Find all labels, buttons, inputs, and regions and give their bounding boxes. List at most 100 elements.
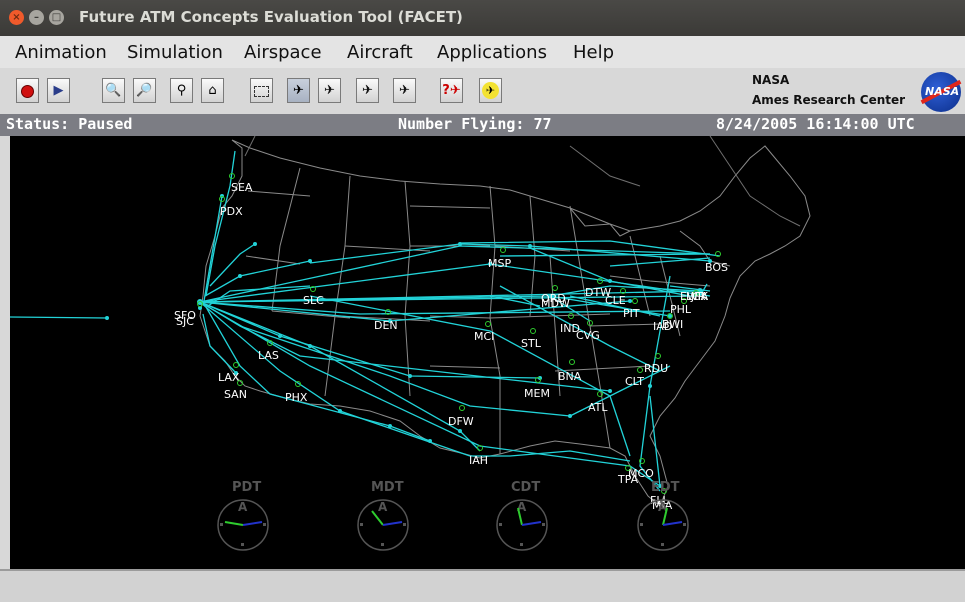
airport-bwi: BWI (662, 318, 683, 331)
status-bar: Status: Paused Number Flying: 77 8/24/20… (0, 114, 965, 136)
aircraft-markers (105, 194, 712, 488)
aircraft-query-button[interactable]: ?✈ (440, 78, 463, 103)
svg-text:SLC: SLC (303, 294, 324, 307)
svg-text:RDU: RDU (644, 362, 668, 375)
svg-text:STL: STL (521, 337, 542, 350)
svg-text:ATL: ATL (588, 401, 608, 414)
aircraft-highlight-button[interactable]: ✈ (479, 78, 502, 103)
stop-button[interactable] (16, 78, 39, 103)
magnifier-icon: ⚲ (176, 83, 187, 98)
svg-text:PIT: PIT (623, 307, 640, 320)
svg-text:SEA: SEA (231, 181, 253, 194)
svg-text:TPA: TPA (617, 473, 639, 486)
aircraft-track-button[interactable]: ✈ (318, 78, 341, 103)
svg-text:A: A (238, 500, 248, 514)
sim-datetime: 8/24/2005 16:14:00 UTC (716, 115, 915, 133)
zoom-in-icon: 🔍 (105, 83, 122, 98)
play-icon: ▶ (53, 83, 64, 98)
svg-text:DEN: DEN (374, 319, 398, 332)
aircraft-label-button[interactable]: ✈ (287, 78, 310, 103)
menu-help[interactable]: Help (573, 42, 614, 63)
aircraft-query-icon: ?✈ (442, 83, 461, 98)
svg-text:A: A (378, 500, 388, 514)
svg-text:EDT: EDT (651, 480, 680, 495)
svg-text:DFW: DFW (448, 415, 474, 428)
svg-text:BNA: BNA (558, 370, 582, 383)
minimize-window-button[interactable]: – (29, 10, 44, 25)
airport-sjc: SJC (176, 315, 194, 328)
airport-bna: BNA (558, 359, 582, 383)
airport-msp: MSP (488, 247, 511, 270)
svg-text:LAS: LAS (258, 349, 279, 362)
number-flying: Number Flying: 77 (398, 115, 552, 133)
toolbar: ▶ 🔍 🔎 ⚲ ⌂ ✈ ✈ ✈ ✈ ?✈ ✈ NASA Ames Researc… (0, 68, 965, 115)
airport-ind: IND (560, 313, 580, 335)
svg-text:MDT: MDT (371, 480, 404, 495)
window-titlebar: × – □ Future ATM Concepts Evaluation Too… (0, 0, 965, 36)
zoom-button[interactable]: ⚲ (170, 78, 193, 103)
home-button[interactable]: ⌂ (201, 78, 224, 103)
aircraft-arrival-button[interactable]: ✈ (393, 78, 416, 103)
bottom-panel (0, 569, 965, 602)
svg-text:CLE: CLE (605, 294, 626, 307)
canada-border (244, 136, 801, 227)
aircraft-departure-icon: ✈ (362, 83, 373, 98)
dashed-rectangle-icon (254, 86, 269, 97)
play-button[interactable]: ▶ (47, 78, 70, 103)
left-edge (0, 136, 10, 569)
airport-slc: SLC (303, 286, 324, 307)
record-icon (21, 85, 34, 98)
svg-text:PDX: PDX (220, 205, 243, 218)
menu-airspace[interactable]: Airspace (244, 42, 322, 63)
svg-text:PHL: PHL (670, 303, 692, 316)
home-icon: ⌂ (208, 83, 217, 98)
aircraft-arrival-icon: ✈ (399, 83, 410, 98)
clock-edt: EDT A (637, 480, 689, 551)
nasa-label: NASA (752, 73, 790, 87)
nasa-logo-icon: NASA (920, 72, 962, 112)
window-title: Future ATM Concepts Evaluation Tool (FAC… (79, 8, 463, 26)
airport-rdu: RDU (644, 353, 668, 375)
svg-text:SJC: SJC (176, 315, 194, 328)
airport-pdx: PDX (219, 196, 243, 218)
menu-bar: Animation Simulation Airspace Aircraft A… (0, 36, 965, 68)
aircraft-highlight-icon: ✈ (482, 82, 499, 99)
menu-simulation[interactable]: Simulation (127, 42, 223, 63)
airport-atl: ATL (588, 391, 608, 414)
clock-mdt: MDT A (357, 480, 409, 551)
aircraft-track-icon: ✈ (324, 83, 335, 98)
svg-text:SAN: SAN (224, 388, 247, 401)
aircraft-departure-button[interactable]: ✈ (356, 78, 379, 103)
menu-applications[interactable]: Applications (437, 42, 547, 63)
close-window-button[interactable]: × (9, 10, 24, 25)
svg-text:IAH: IAH (469, 454, 488, 467)
svg-text:PDT: PDT (232, 480, 261, 495)
zoom-out-icon: 🔎 (136, 83, 153, 98)
svg-text:MCI: MCI (474, 330, 494, 343)
svg-text:CLT: CLT (625, 375, 644, 388)
airport-phx: PHX (285, 381, 308, 404)
map-view[interactable]: SEA PDX SFO SJC LAX SAN LAS PHX SLC DEN … (10, 136, 965, 569)
svg-text:MEM: MEM (524, 387, 550, 400)
sim-status: Status: Paused (6, 115, 133, 133)
airports: SEA PDX SFO SJC LAX SAN LAS PHX SLC DEN … (174, 173, 728, 512)
menu-animation[interactable]: Animation (15, 42, 107, 63)
zoom-out-button[interactable]: 🔎 (133, 78, 156, 103)
svg-text:IND: IND (560, 322, 580, 335)
svg-text:CDT: CDT (511, 480, 540, 495)
timezone-clocks: PDT A MDT A CDT A EDT A (217, 480, 689, 551)
airport-mdw: MDW (541, 297, 570, 310)
zoom-in-button[interactable]: 🔍 (102, 78, 125, 103)
us-map-canvas[interactable]: SEA PDX SFO SJC LAX SAN LAS PHX SLC DEN … (10, 136, 965, 569)
svg-text:PHX: PHX (285, 391, 308, 404)
map-borders (199, 139, 811, 507)
svg-text:BWI: BWI (662, 318, 683, 331)
svg-text:LAX: LAX (218, 371, 240, 384)
clock-pdt: PDT A (217, 480, 269, 551)
select-region-button[interactable] (250, 78, 273, 103)
svg-text:JFK: JFK (690, 290, 709, 303)
airport-clt: CLT (625, 367, 644, 388)
maximize-window-button[interactable]: □ (49, 10, 64, 25)
menu-aircraft[interactable]: Aircraft (347, 42, 413, 63)
svg-text:MDW: MDW (541, 297, 570, 310)
